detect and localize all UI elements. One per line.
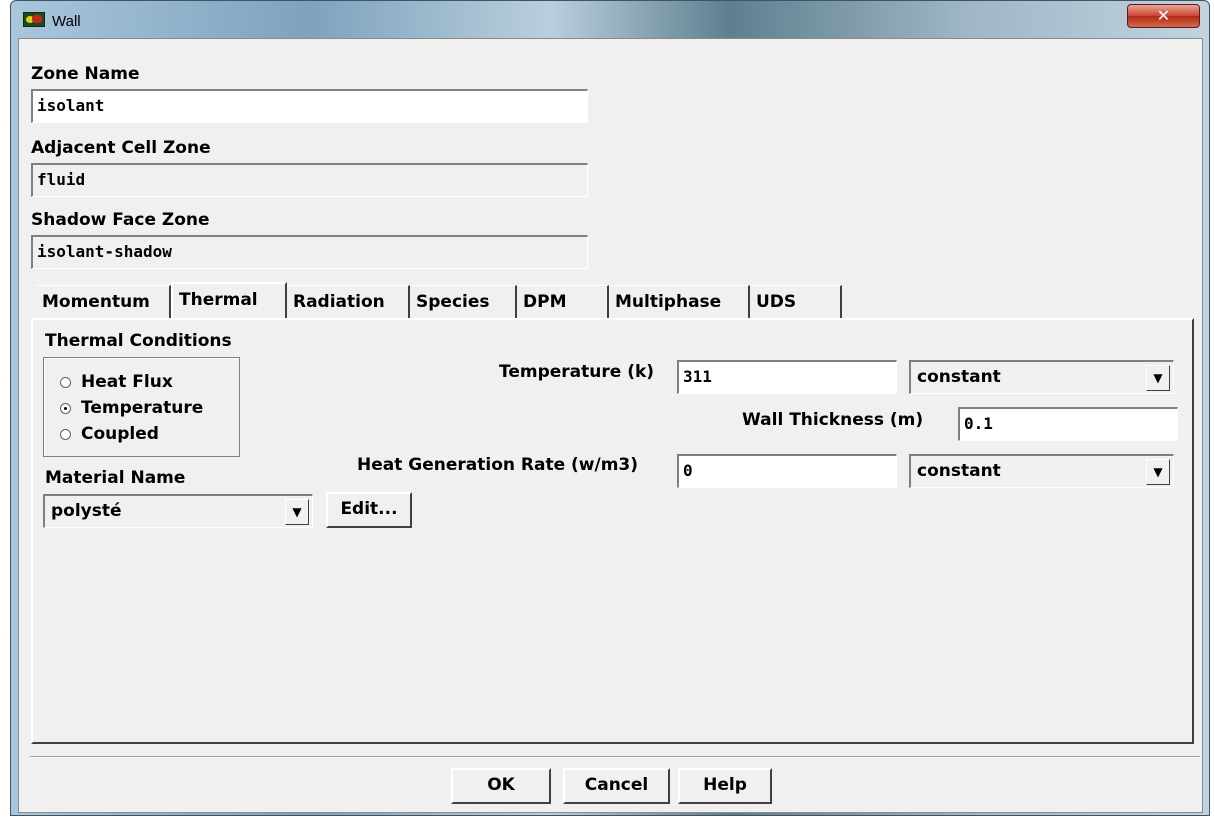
- temperature-label: Temperature (k): [499, 362, 655, 382]
- temperature-profile-select[interactable]: constant ▼: [909, 360, 1174, 394]
- material-name-label: Material Name: [45, 468, 186, 488]
- tab-radiation[interactable]: Radiation: [287, 285, 410, 319]
- window-title: Wall: [52, 13, 81, 30]
- chevron-down-icon[interactable]: ▼: [285, 499, 309, 525]
- tab-multiphase[interactable]: Multiphase: [609, 285, 750, 319]
- chevron-down-icon[interactable]: ▼: [1146, 365, 1170, 391]
- radio-heat-flux[interactable]: Heat Flux: [60, 372, 173, 392]
- radio-button-selected-icon[interactable]: [60, 402, 71, 414]
- shadow-face-zone-field: isolant-shadow: [31, 235, 588, 269]
- temperature-profile-value: constant: [917, 367, 1001, 387]
- tab-momentum[interactable]: Momentum: [36, 285, 171, 319]
- shadow-face-zone-label: Shadow Face Zone: [31, 210, 210, 230]
- radio-heat-flux-label: Heat Flux: [81, 372, 173, 392]
- tab-uds[interactable]: UDS: [750, 285, 842, 319]
- cancel-button[interactable]: Cancel: [563, 768, 670, 804]
- radio-temperature-label: Temperature: [81, 398, 204, 418]
- wall-thickness-label: Wall Thickness (m): [742, 410, 924, 430]
- ok-button[interactable]: OK: [451, 768, 551, 804]
- temperature-input[interactable]: 311: [677, 360, 897, 394]
- heat-generation-profile-select[interactable]: constant ▼: [909, 454, 1174, 488]
- zone-name-input[interactable]: isolant: [31, 89, 588, 123]
- close-button[interactable]: ✕: [1127, 4, 1200, 28]
- thermal-conditions-label: Thermal Conditions: [45, 331, 232, 351]
- radio-button-icon[interactable]: [60, 428, 71, 440]
- separator: [30, 756, 1200, 758]
- radio-temperature[interactable]: Temperature: [60, 398, 203, 418]
- material-name-select[interactable]: polysté ▼: [43, 494, 313, 528]
- heat-generation-label: Heat Generation Rate (w/m3): [357, 455, 639, 475]
- adjacent-cell-zone-label: Adjacent Cell Zone: [31, 138, 211, 158]
- heat-generation-input[interactable]: 0: [677, 454, 897, 488]
- radio-button-icon[interactable]: [60, 376, 71, 388]
- title-bar[interactable]: [10, 0, 1210, 40]
- app-icon: [23, 12, 45, 27]
- zone-name-label: Zone Name: [31, 64, 140, 84]
- radio-coupled-label: Coupled: [81, 424, 159, 444]
- help-button[interactable]: Help: [678, 768, 772, 804]
- heat-generation-profile-value: constant: [917, 461, 1001, 481]
- material-name-value: polysté: [51, 501, 122, 521]
- close-icon: ✕: [1156, 6, 1171, 25]
- wall-thickness-input[interactable]: 0.1: [958, 407, 1178, 441]
- adjacent-cell-zone-field: fluid: [31, 163, 588, 197]
- material-edit-button[interactable]: Edit...: [326, 492, 412, 528]
- tab-thermal[interactable]: Thermal: [171, 282, 287, 318]
- chevron-down-icon[interactable]: ▼: [1146, 459, 1170, 485]
- tab-species[interactable]: Species: [410, 285, 517, 319]
- radio-coupled[interactable]: Coupled: [60, 424, 159, 444]
- tab-dpm[interactable]: DPM: [517, 285, 609, 319]
